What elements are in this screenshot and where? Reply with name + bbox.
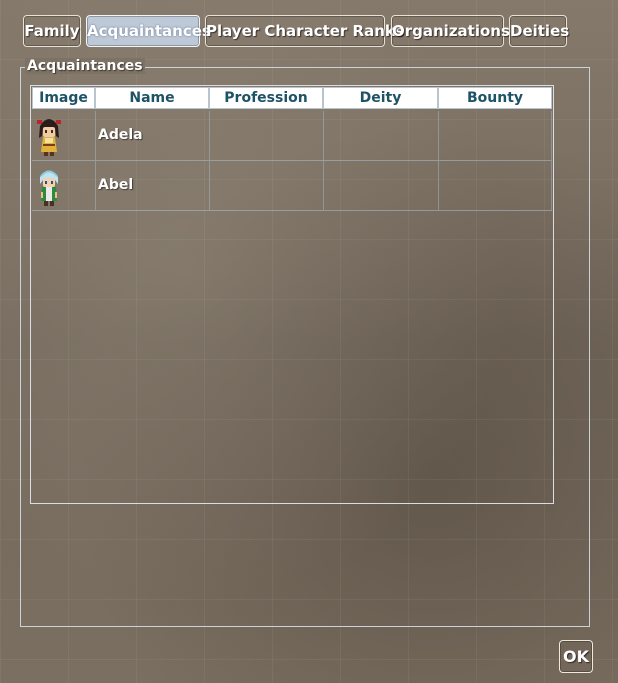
deity-cell bbox=[324, 111, 439, 160]
acquaintances-window: Family Acquaintances Player Character Ra… bbox=[0, 0, 618, 683]
bounty-cell bbox=[439, 161, 552, 210]
column-header-bounty[interactable]: Bounty bbox=[438, 87, 552, 109]
table-header: Image Name Profession Deity Bounty bbox=[31, 86, 553, 110]
name-cell: Abel bbox=[96, 161, 210, 210]
name-cell: Adela bbox=[96, 111, 210, 160]
table-row[interactable]: Adela bbox=[32, 111, 552, 161]
ok-button[interactable]: OK bbox=[559, 640, 593, 673]
table-row[interactable]: Abel bbox=[32, 161, 552, 211]
column-header-name[interactable]: Name bbox=[95, 87, 209, 109]
acquaintances-table[interactable]: Image Name Profession Deity Bounty Adela… bbox=[30, 85, 554, 504]
image-cell bbox=[32, 161, 96, 210]
groupbox-title: Acquaintances bbox=[25, 58, 145, 74]
tab-deities[interactable]: Deities bbox=[509, 15, 569, 47]
tab-player-character-ranks[interactable]: Player Character Ranks bbox=[205, 15, 404, 47]
column-header-deity[interactable]: Deity bbox=[323, 87, 438, 109]
deity-cell bbox=[324, 161, 439, 210]
tab-family[interactable]: Family bbox=[23, 15, 81, 47]
tab-acquaintances[interactable]: Acquaintances bbox=[86, 15, 211, 47]
column-header-profession[interactable]: Profession bbox=[209, 87, 323, 109]
male-character-sprite-icon bbox=[40, 170, 58, 206]
profession-cell bbox=[210, 161, 324, 210]
tab-organizations[interactable]: Organizations bbox=[391, 15, 510, 47]
bounty-cell bbox=[439, 111, 552, 160]
column-header-image[interactable]: Image bbox=[32, 87, 95, 109]
profession-cell bbox=[210, 111, 324, 160]
image-cell bbox=[32, 111, 96, 160]
female-character-sprite-icon bbox=[37, 119, 61, 156]
